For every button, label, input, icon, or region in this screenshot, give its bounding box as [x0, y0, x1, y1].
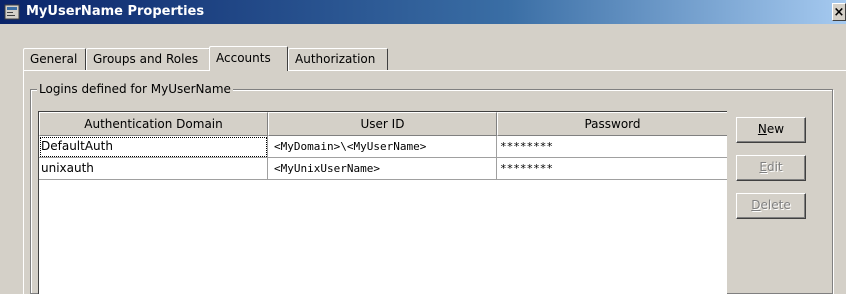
cell-password[interactable]: ********	[497, 158, 727, 180]
cell-password[interactable]: ********	[497, 136, 727, 158]
tab-accounts[interactable]: Accounts	[209, 46, 288, 71]
groupbox-label: Logins defined for MyUserName	[37, 82, 233, 96]
tab-label: Accounts	[216, 51, 271, 65]
tab-general[interactable]: General	[23, 48, 86, 70]
cell-authentication-domain[interactable]: DefaultAuth	[39, 136, 268, 158]
new-button-label: New	[757, 122, 785, 136]
delete-button[interactable]: Delete	[736, 193, 806, 219]
column-header-authentication-domain[interactable]: Authentication Domain	[39, 112, 268, 136]
close-icon: ×	[833, 5, 845, 20]
window-title: MyUserName Properties	[26, 4, 205, 19]
close-button[interactable]: ×	[832, 3, 846, 21]
title-bar: MyUserName Properties ×	[0, 0, 846, 24]
cell-user-id[interactable]: <MyDomain>\<MyUserName>	[268, 136, 497, 158]
edit-button-label: Edit	[759, 160, 783, 174]
cell-user-id[interactable]: <MyUnixUserName>	[268, 158, 497, 180]
tab-authorization[interactable]: Authorization	[288, 48, 388, 70]
column-header-password[interactable]: Password	[497, 112, 727, 136]
edit-button[interactable]: Edit	[736, 155, 806, 181]
properties-window-icon	[4, 4, 20, 20]
tab-label: General	[30, 52, 78, 66]
delete-button-label: Delete	[751, 198, 791, 212]
tab-label: Groups and Roles	[93, 52, 199, 66]
cell-authentication-domain[interactable]: unixauth	[39, 158, 268, 180]
tab-groups-and-roles[interactable]: Groups and Roles	[86, 48, 210, 70]
tab-label: Authorization	[295, 52, 376, 66]
logins-table[interactable]: Authentication Domain User ID Password D…	[38, 111, 727, 294]
new-button[interactable]: New	[736, 117, 806, 143]
column-header-user-id[interactable]: User ID	[268, 112, 497, 136]
